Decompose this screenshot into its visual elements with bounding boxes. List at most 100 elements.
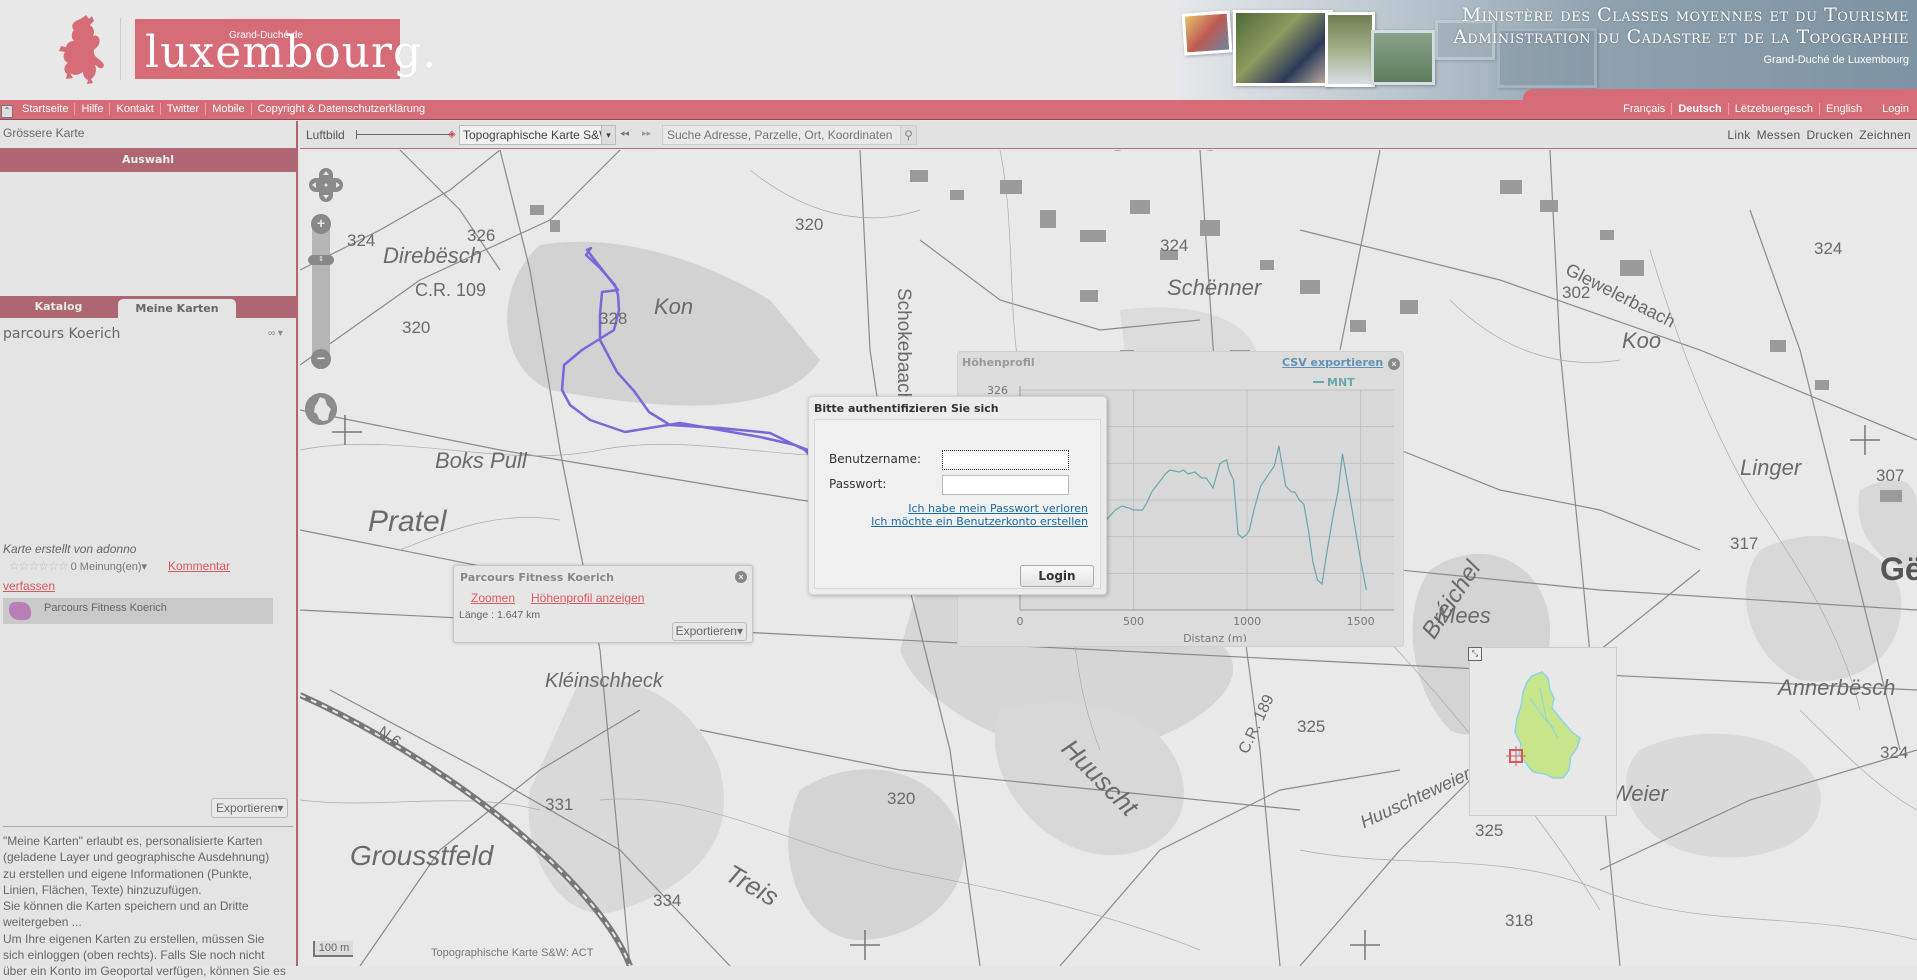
export-button[interactable]: Exportieren▾	[211, 798, 288, 818]
register-link[interactable]: Ich möchte ein Benutzerkonto erstellen	[871, 515, 1088, 528]
overview-toggle-icon[interactable]: ⤡	[1468, 647, 1482, 661]
tab-katalog[interactable]: Katalog	[0, 296, 117, 318]
x-tick-label: 0	[1017, 615, 1024, 628]
lang-letzebuergesch[interactable]: Lëtzebuergesch	[1729, 103, 1820, 115]
help-line: Um Ihre eigenen Karten zu erstellen, müs…	[3, 931, 295, 947]
lang-english[interactable]: English	[1820, 103, 1876, 115]
banner-country: Grand-Duché de Luxembourg	[1763, 54, 1909, 66]
comment-link-cont[interactable]: verfassen	[3, 579, 55, 593]
map-place-label: 317	[1730, 534, 1758, 554]
map-place-label: 320	[887, 789, 915, 809]
map-place-label: Centre culturel	[820, 150, 924, 152]
elevation-profile-link[interactable]: Höhenprofil anzeigen	[531, 591, 644, 605]
login-dialog: Bitte authentifizieren Sie sich Benutzer…	[808, 396, 1107, 595]
feature-label: Parcours Fitness Koerich	[44, 602, 167, 614]
tool-link[interactable]: Link	[1727, 128, 1750, 142]
export-button[interactable]: Exportieren▾	[672, 622, 747, 641]
map-place-label: Kon	[654, 294, 693, 320]
luxembourg-logo[interactable]: Grand-Duché de luxembourg.	[135, 19, 400, 79]
username-input[interactable]	[942, 450, 1069, 470]
panel-tabs: Katalog Meine Karten	[0, 296, 296, 318]
map-place-label: 320	[795, 215, 823, 235]
search-input[interactable]	[662, 125, 905, 145]
map-place-label: Annerbësch	[1778, 675, 1895, 701]
zoom-in-icon[interactable]: +	[311, 214, 331, 234]
zoom-link[interactable]: Zoomen	[471, 591, 515, 605]
selection-header[interactable]: Auswahl	[0, 148, 296, 172]
overview-map[interactable]	[1469, 647, 1617, 816]
link-options-icon[interactable]: ∞ ▾	[268, 328, 283, 339]
nav-kontakt[interactable]: Kontakt	[110, 103, 160, 115]
map-place-label: 318	[1505, 911, 1533, 931]
tab-meine-karten[interactable]: Meine Karten	[118, 299, 236, 318]
tool-draw[interactable]: Zeichnen	[1859, 128, 1911, 142]
search-icon[interactable]: ⚲	[900, 125, 917, 145]
x-tick-label: 1500	[1347, 615, 1375, 628]
popup-title: Parcours Fitness Koerich	[460, 571, 614, 584]
tool-print[interactable]: Drucken	[1806, 128, 1853, 142]
banner-ministry: Ministère des Classes moyennes et du Tou…	[1462, 4, 1909, 26]
map-author: Karte erstellt von adonno	[3, 542, 136, 556]
rating[interactable]: ☆☆☆☆☆☆ 0 Meinung(en)▾	[9, 559, 147, 573]
lion-emblem-icon	[52, 14, 108, 84]
map-place-label: C.R. 109	[415, 280, 486, 301]
map-toolbar: Luftbild ◈ Topographische Karte S&W ▾ ◂◂…	[300, 121, 1917, 149]
login-button[interactable]: Login	[1020, 565, 1094, 587]
layer-select[interactable]: Topographische Karte S&W ▾	[459, 125, 616, 145]
collapse-header-icon[interactable]: ⌃	[1, 105, 13, 118]
map-place-label: 334	[653, 891, 681, 911]
nav-mobile[interactable]: Mobile	[206, 103, 251, 115]
map-place-label: 331	[545, 795, 573, 815]
help-line: "Meine Karten" erlaubt es, personalisier…	[3, 833, 295, 849]
help-line: zu erstellen und eigene Informationen (P…	[3, 866, 295, 882]
left-panel: Grössere Karte Auswahl Katalog Meine Kar…	[0, 121, 298, 966]
feature-list-item[interactable]: Parcours Fitness Koerich	[3, 598, 273, 624]
bigger-map-link[interactable]: Grössere Karte	[3, 126, 84, 140]
tool-measure[interactable]: Messen	[1757, 128, 1801, 142]
close-icon[interactable]: ×	[735, 571, 747, 583]
zoom-to-country-icon[interactable]	[305, 393, 337, 425]
rating-stars-icon[interactable]: ☆☆☆☆☆☆	[9, 559, 68, 573]
lang-deutsch[interactable]: Deutsch	[1672, 103, 1728, 115]
comment-link[interactable]: Kommentar	[168, 559, 230, 573]
nav-twitter[interactable]: Twitter	[161, 103, 206, 115]
zoom-handle-icon[interactable]: ⇕	[308, 255, 334, 265]
help-text: "Meine Karten" erlaubt es, personalisier…	[3, 833, 295, 980]
username-label: Benutzername:	[829, 452, 921, 466]
x-tick-label: 500	[1123, 615, 1144, 628]
map-place-label: Pratel	[368, 505, 446, 539]
nav-startseite[interactable]: Startseite	[16, 103, 75, 115]
legend-label: MNT	[1327, 376, 1355, 389]
map-attribution: Topographische Karte S&W: ACT	[431, 947, 593, 959]
map-tools: Link Messen Drucken Zeichnen	[1727, 128, 1911, 142]
lang-francais[interactable]: Français	[1617, 103, 1672, 115]
help-line: Sie können die Karten speichern und an D…	[3, 898, 295, 914]
nav-hilfe[interactable]: Hilfe	[75, 103, 110, 115]
zoom-out-icon[interactable]: −	[311, 349, 331, 369]
banner-photo	[1182, 10, 1233, 55]
x-tick-label: 1000	[1233, 615, 1261, 628]
history-back-icon[interactable]: ◂◂	[620, 128, 629, 139]
map-place-label: 324	[347, 231, 375, 251]
rating-count[interactable]: 0 Meinung(en)▾	[71, 561, 147, 573]
slider-handle-icon[interactable]: ◈	[448, 129, 456, 140]
chart-ticks: 0 500 1000 1500	[1017, 615, 1375, 628]
help-line: Linien, Flächen, Texte) hinzuzufügen.	[3, 882, 295, 898]
login-link[interactable]: Login	[1876, 103, 1915, 115]
opacity-slider[interactable]	[356, 134, 454, 135]
lost-password-link[interactable]: Ich habe mein Passwort verloren	[908, 502, 1088, 515]
ministry-banner: Ministère des Classes moyennes et du Tou…	[1175, 0, 1917, 100]
password-input[interactable]	[942, 475, 1069, 495]
history-forward-icon[interactable]: ▸▸	[642, 128, 651, 139]
map-place-label: Gë	[1880, 551, 1917, 588]
map-place-label: Linger	[1740, 455, 1801, 481]
banner-photo	[1371, 30, 1435, 85]
map-place-label: 324	[1880, 743, 1908, 763]
pan-control-icon[interactable]	[307, 166, 345, 204]
zoom-slider[interactable]: + ⇕ −	[312, 214, 330, 369]
map-place-label: Schënner	[1167, 275, 1261, 301]
nav-links: Startseite Hilfe Kontakt Twitter Mobile …	[16, 103, 431, 115]
nav-copyright[interactable]: Copyright & Datenschutzerklärung	[252, 103, 432, 115]
layer-select-value: Topographische Karte S&W	[463, 128, 610, 142]
chevron-down-icon[interactable]: ▾	[601, 126, 615, 144]
